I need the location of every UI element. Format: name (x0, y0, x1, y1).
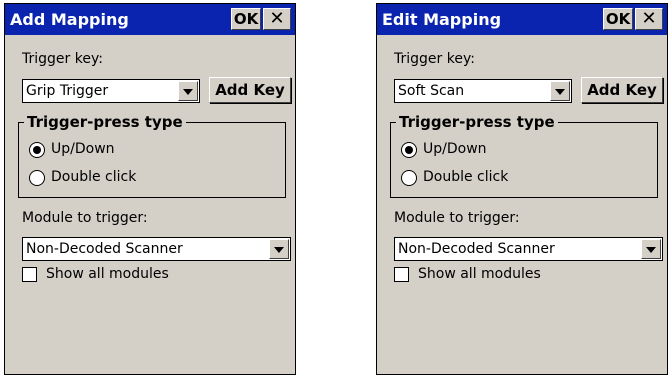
trigger-press-type-title: Trigger-press type (24, 113, 186, 131)
radio-unselected-icon (401, 170, 417, 186)
radio-up-down-label: Up/Down (51, 141, 115, 157)
radio-double-click-label: Double click (51, 169, 137, 185)
ok-button[interactable]: OK (231, 8, 261, 30)
checkbox-icon (22, 267, 37, 282)
show-all-modules-label: Show all modules (46, 266, 169, 282)
dialog-title: Add Mapping (10, 10, 129, 29)
chevron-down-icon[interactable] (178, 81, 198, 101)
chevron-down-icon[interactable] (641, 239, 661, 259)
dialog-title: Edit Mapping (382, 10, 502, 29)
radio-selected-icon (29, 142, 45, 158)
close-icon[interactable]: ✕ (263, 8, 291, 30)
trigger-key-label: Trigger key: (22, 51, 103, 67)
title-bar: Add Mapping OK ✕ (5, 4, 295, 35)
radio-selected-icon (401, 142, 417, 158)
trigger-press-type-group: Trigger-press type Up/Down Double click (18, 113, 286, 198)
trigger-key-value: Soft Scan (398, 83, 465, 99)
add-key-button[interactable]: Add Key (581, 77, 663, 103)
title-bar: Edit Mapping OK ✕ (377, 4, 667, 35)
edit-mapping-dialog: Edit Mapping OK ✕ Trigger key: Soft Scan… (376, 3, 668, 375)
radio-unselected-icon (29, 170, 45, 186)
add-key-button[interactable]: Add Key (209, 77, 291, 103)
ok-button[interactable]: OK (603, 8, 633, 30)
module-label: Module to trigger: (394, 210, 520, 226)
trigger-press-type-group: Trigger-press type Up/Down Double click (390, 113, 658, 198)
chevron-down-icon[interactable] (269, 239, 289, 259)
module-select[interactable]: Non-Decoded Scanner (22, 237, 291, 261)
module-value: Non-Decoded Scanner (26, 241, 183, 257)
show-all-modules-label: Show all modules (418, 266, 541, 282)
module-value: Non-Decoded Scanner (398, 241, 555, 257)
radio-double-click-label: Double click (423, 169, 509, 185)
trigger-key-select[interactable]: Grip Trigger (22, 79, 200, 103)
trigger-key-select[interactable]: Soft Scan (394, 79, 572, 103)
close-icon[interactable]: ✕ (635, 8, 663, 30)
module-label: Module to trigger: (22, 210, 148, 226)
add-mapping-dialog: Add Mapping OK ✕ Trigger key: Grip Trigg… (4, 3, 296, 375)
module-select[interactable]: Non-Decoded Scanner (394, 237, 663, 261)
radio-up-down-label: Up/Down (423, 141, 487, 157)
checkbox-icon (394, 267, 409, 282)
chevron-down-icon[interactable] (550, 81, 570, 101)
trigger-key-value: Grip Trigger (26, 83, 109, 99)
trigger-key-label: Trigger key: (394, 51, 475, 67)
trigger-press-type-title: Trigger-press type (396, 113, 558, 131)
